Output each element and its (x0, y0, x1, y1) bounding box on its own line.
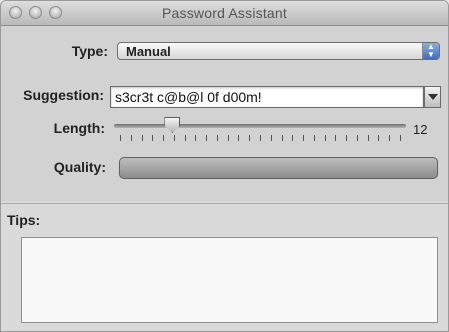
slider-tick (173, 135, 175, 141)
window-title: Password Assistant (162, 5, 287, 21)
slider-tick (163, 135, 165, 141)
slider-tick (227, 135, 229, 141)
quality-meter (119, 157, 438, 179)
slider-tick (260, 135, 261, 141)
slider-tick (324, 135, 326, 141)
suggestion-field[interactable]: s3cr3t c@b@l 0f d00m! (110, 86, 424, 108)
slider-tick (335, 135, 337, 141)
tips-label: Tips: (7, 212, 41, 228)
length-slider-thumb[interactable] (164, 117, 181, 133)
slider-tick (303, 135, 305, 141)
up-down-arrows-icon: ▲ ▼ (422, 43, 439, 59)
tips-text-box (21, 237, 438, 323)
titlebar: Password Assistant (1, 1, 448, 26)
slider-tick (216, 135, 218, 141)
length-slider-track[interactable] (114, 124, 406, 128)
slider-tick (130, 135, 132, 141)
slider-tick (313, 135, 315, 141)
length-value: 12 (413, 122, 428, 137)
slider-tick (389, 135, 391, 141)
chevron-down-icon (428, 94, 438, 100)
length-label: Length: (53, 120, 105, 136)
slider-tick (281, 135, 283, 141)
slider-tick (206, 135, 208, 141)
slider-tick (378, 135, 380, 141)
slider-tick (367, 135, 369, 141)
quality-label: Quality: (53, 159, 106, 175)
slider-tick (292, 135, 294, 141)
slider-tick (238, 135, 240, 141)
suggestion-dropdown-button[interactable] (424, 86, 441, 108)
slider-tick (400, 135, 401, 141)
type-popup[interactable]: Manual ▲ ▼ (117, 42, 440, 60)
slider-tick (152, 135, 154, 141)
controls-panel: Type: Manual ▲ ▼ Suggestion: s3cr3t c@b@l… (1, 26, 448, 201)
type-label: Type: (71, 43, 108, 59)
suggestion-label: Suggestion: (23, 87, 104, 103)
slider-tick (356, 135, 358, 141)
slider-tick (195, 135, 197, 141)
slider-tick (184, 135, 186, 141)
slider-tick (346, 135, 348, 141)
suggestion-value: s3cr3t c@b@l 0f d00m! (115, 89, 262, 105)
slider-tick (141, 135, 143, 141)
slider-tick (270, 135, 272, 141)
password-assistant-window: Password Assistant Type: Manual ▲ ▼ Sugge… (0, 0, 449, 332)
type-popup-value: Manual (126, 44, 171, 59)
slider-tick (120, 135, 121, 141)
slider-tick (249, 135, 251, 141)
